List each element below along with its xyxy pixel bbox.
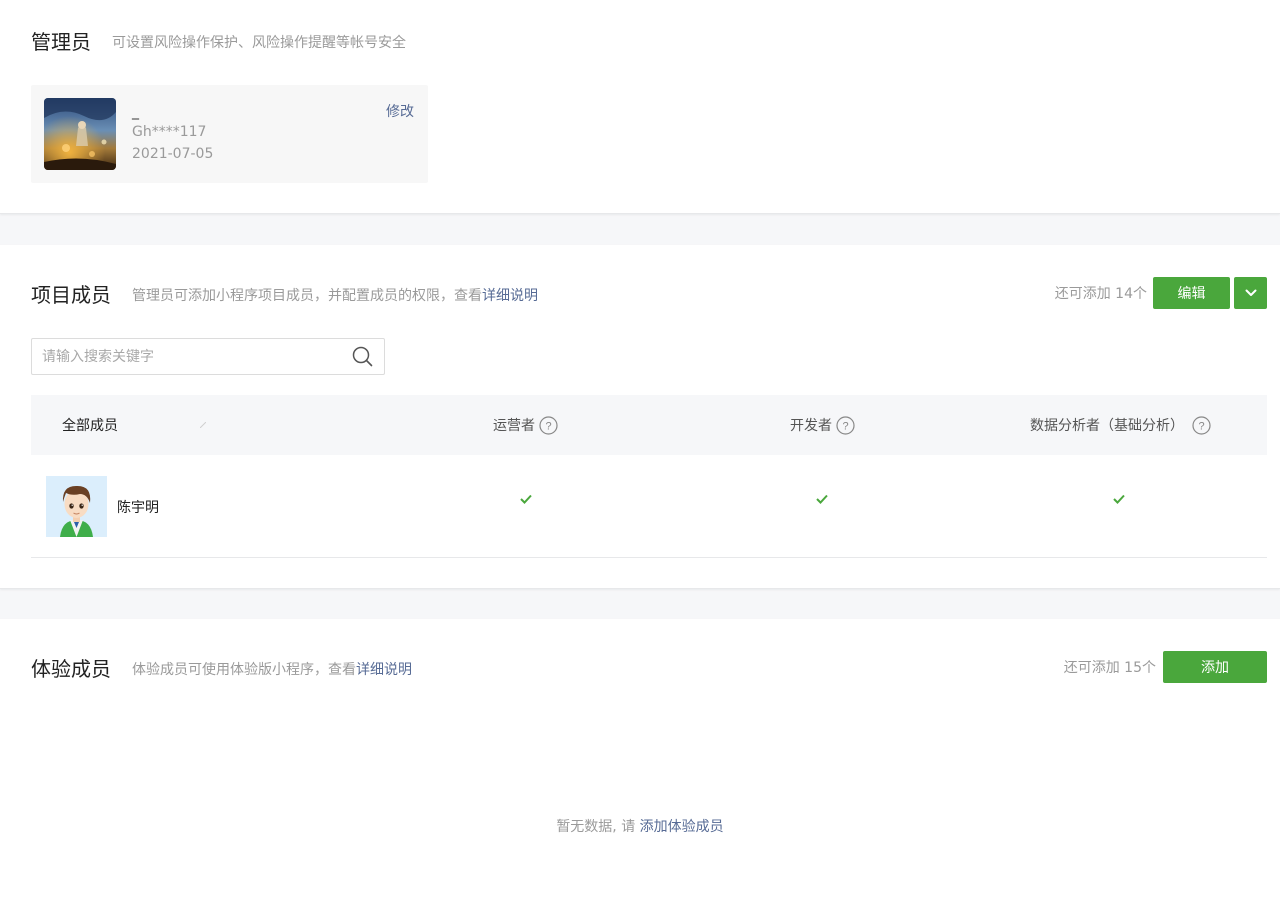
members-description: 管理员可添加小程序项目成员，并配置成员的权限，查看详细说明: [132, 285, 538, 305]
admin-section: 管理员 可设置风险操作保护、风险操作提醒等帐号安全 _ Gh****117 20…: [0, 0, 1280, 214]
member-avatar: [46, 476, 107, 537]
column-all-members[interactable]: 全部成员: [62, 395, 206, 455]
admin-date: 2021-07-05: [132, 146, 214, 162]
members-more-dropdown-button[interactable]: [1234, 277, 1267, 309]
column-all-members-label: 全部成员: [62, 418, 118, 434]
column-analyst-label: 数据分析者（基础分析）: [1030, 418, 1184, 434]
column-developer-label: 开发者: [790, 418, 832, 434]
members-table-header: 全部成员 运营者 ? 开发者 ? 数据分析者（基础分析） ?: [31, 395, 1267, 455]
table-row: 陈宇明: [31, 456, 1267, 558]
project-members-section: 项目成员 管理员可添加小程序项目成员，并配置成员的权限，查看详细说明 还可添加 …: [0, 245, 1280, 589]
member-name: 陈宇明: [117, 500, 159, 516]
admin-avatar: [44, 98, 116, 170]
chevron-down-icon: [1245, 289, 1256, 296]
testers-description: 体验成员可使用体验版小程序，查看详细说明: [132, 659, 412, 679]
admin-description: 可设置风险操作保护、风险操作提醒等帐号安全: [112, 35, 406, 51]
members-title: 项目成员: [31, 283, 111, 307]
testers-quota: 还可添加 15个: [1063, 660, 1156, 676]
svg-text:?: ?: [842, 420, 848, 432]
add-tester-button[interactable]: 添加: [1163, 651, 1267, 683]
developer-check-icon: [816, 494, 828, 504]
svg-text:?: ?: [1198, 420, 1204, 432]
analyst-check-icon: [1113, 494, 1125, 504]
admin-masked-id: Gh****117: [132, 124, 207, 140]
admin-title: 管理员: [31, 30, 91, 54]
operator-help-icon[interactable]: ?: [539, 415, 558, 435]
sort-icon: [200, 422, 206, 428]
developer-help-icon[interactable]: ?: [836, 415, 855, 435]
testers-section: 体验成员 体验成员可使用体验版小程序，查看详细说明 还可添加 15个 添加 暂无…: [0, 619, 1280, 907]
testers-description-text: 体验成员可使用体验版小程序，查看: [132, 662, 356, 678]
member-search-input[interactable]: [32, 339, 342, 374]
operator-check-icon: [520, 494, 532, 504]
member-search-box: [31, 338, 385, 375]
empty-state-text: 暂无数据, 请: [556, 819, 640, 835]
analyst-help-icon[interactable]: ?: [1192, 415, 1211, 435]
members-description-text: 管理员可添加小程序项目成员，并配置成员的权限，查看: [132, 288, 482, 304]
edit-members-button[interactable]: 编辑: [1153, 277, 1230, 309]
column-operator-label: 运营者: [493, 418, 535, 434]
members-quota: 还可添加 14个: [1054, 286, 1147, 302]
add-tester-link[interactable]: 添加体验成员: [640, 819, 724, 835]
empty-state: 暂无数据, 请 添加体验成员: [0, 816, 1280, 836]
admin-info-card: _ Gh****117 2021-07-05 修改: [31, 85, 428, 183]
search-icon[interactable]: [352, 346, 373, 371]
testers-title: 体验成员: [31, 657, 111, 681]
admin-edit-link[interactable]: 修改: [386, 101, 414, 121]
testers-detail-link[interactable]: 详细说明: [356, 662, 412, 678]
column-analyst: 数据分析者（基础分析） ?: [1030, 395, 1211, 455]
members-detail-link[interactable]: 详细说明: [482, 288, 538, 304]
column-operator: 运营者 ?: [493, 395, 558, 455]
column-developer: 开发者 ?: [790, 395, 855, 455]
admin-name: _: [132, 104, 139, 120]
svg-text:?: ?: [545, 420, 551, 432]
